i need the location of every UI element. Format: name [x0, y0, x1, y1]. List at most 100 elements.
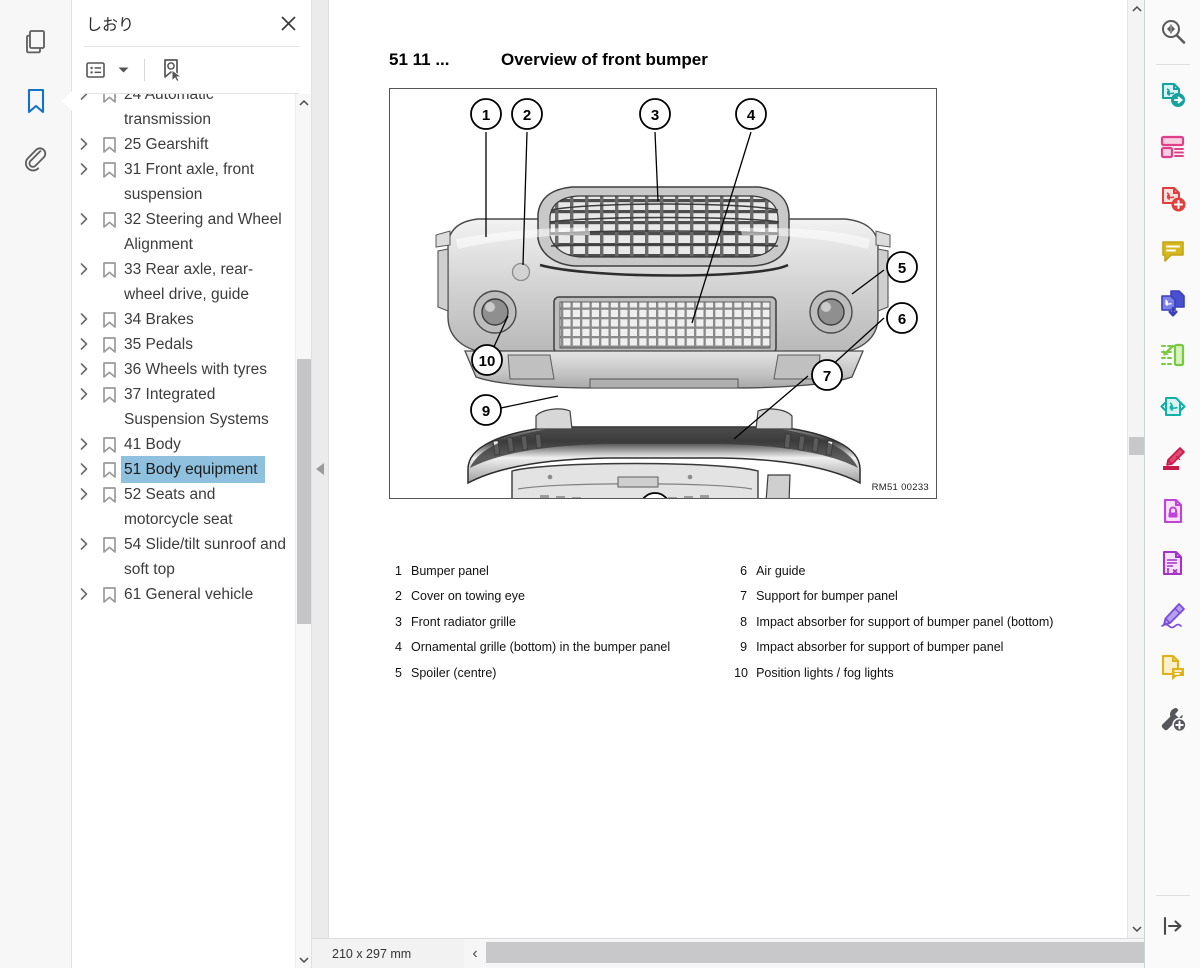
page-scroll-up-icon[interactable]	[1128, 0, 1145, 17]
comment-icon[interactable]	[1151, 229, 1195, 273]
chevron-right-icon[interactable]	[72, 332, 96, 350]
toolbar-divider	[144, 59, 145, 81]
bookmark-item[interactable]: 52 Seats and motorcycle seat	[72, 482, 296, 532]
redact-highlight-icon[interactable]	[1151, 437, 1195, 481]
bookmark-flag-icon	[96, 432, 122, 454]
chevron-right-icon[interactable]	[72, 307, 96, 325]
legend-row: 10 Position lights / fog lights	[734, 661, 1089, 686]
left-navigation-rail	[0, 0, 72, 968]
bookmark-item[interactable]: 33 Rear axle, rear-wheel drive, guide	[72, 257, 296, 307]
bookmark-item[interactable]: 41 Body	[72, 432, 296, 457]
search-pdf-icon[interactable]	[1151, 10, 1195, 54]
chevron-right-icon[interactable]	[72, 157, 96, 175]
hscroll-track[interactable]	[486, 939, 1166, 968]
page-scrollbar-horizontal[interactable]: ‹ ›	[464, 939, 1166, 968]
find-current-bookmark-icon[interactable]	[156, 55, 188, 85]
legend-column-left: 1 Bumper panel 2 Cover on towing eye 3 Front …	[389, 559, 734, 686]
bookmark-panel-title: しおり	[86, 17, 135, 34]
chevron-right-icon[interactable]	[72, 457, 96, 475]
svg-text:7: 7	[823, 368, 831, 385]
bookmark-item[interactable]: 54 Slide/tilt sunroof and soft top	[72, 532, 296, 582]
pdf-page: 51 11 ... Overview of front bumper 1 2 3…	[329, 0, 1127, 938]
scroll-up-arrow-icon[interactable]	[296, 94, 311, 110]
legend-row: 3 Front radiator grille	[389, 610, 734, 635]
svg-text:1: 1	[482, 107, 490, 124]
chevron-right-icon[interactable]	[72, 132, 96, 150]
bookmark-panel-scrollbar[interactable]	[295, 94, 311, 968]
chevron-right-icon[interactable]	[72, 207, 96, 225]
bookmark-item-label: 54 Slide/tilt sunroof and soft top	[124, 536, 286, 578]
fill-and-sign-icon[interactable]	[1151, 593, 1195, 637]
legend-number: 5	[395, 665, 402, 680]
legend-number: 9	[740, 640, 748, 655]
legend-text: Front radiator grille	[411, 614, 516, 629]
bookmark-flag-icon	[96, 532, 122, 554]
collapse-tool-pane-icon[interactable]	[1151, 904, 1195, 948]
collapse-sidebar-button[interactable]	[312, 0, 329, 938]
bookmark-item[interactable]: 31 Front axle, front suspension	[72, 157, 296, 207]
scroll-down-arrow-icon[interactable]	[296, 952, 311, 968]
bookmark-item[interactable]: 32 Steering and Wheel Alignment	[72, 207, 296, 257]
tools-divider-bottom	[1155, 895, 1190, 896]
bookmark-panel-header: しおり	[72, 0, 311, 46]
bookmark-flag-icon	[96, 582, 122, 604]
chevron-down-icon[interactable]	[114, 55, 133, 85]
legend-text: Bumper panel	[411, 564, 489, 578]
bookmark-flag-icon	[96, 457, 122, 479]
bookmark-scroll-thumb[interactable]	[297, 359, 311, 624]
bookmark-item[interactable]: 61 General vehicle	[72, 582, 296, 607]
bookmark-item-label: 52 Seats and motorcycle seat	[124, 486, 233, 528]
bookmark-flag-icon	[96, 94, 122, 104]
legend-row: 4 Ornamental grille (bottom) in the bumpe…	[389, 635, 734, 660]
page-scroll-thumb[interactable]	[1129, 437, 1144, 455]
combine-files-icon[interactable]	[1151, 281, 1195, 325]
chevron-right-icon[interactable]	[72, 482, 96, 500]
edit-pdf-icon[interactable]	[1151, 541, 1195, 585]
chevron-right-icon[interactable]	[72, 582, 96, 600]
bookmark-flag-icon	[96, 132, 122, 154]
hscroll-thumb[interactable]	[486, 942, 1166, 963]
attachments-icon[interactable]	[13, 138, 59, 184]
protect-pdf-icon[interactable]	[1151, 489, 1195, 533]
page-scrollbar-vertical[interactable]	[1127, 0, 1144, 938]
create-pdf-icon[interactable]	[1151, 177, 1195, 221]
figure-reference: RM51 00233	[871, 482, 929, 493]
page-scroll-area[interactable]: 51 11 ... Overview of front bumper 1 2 3…	[329, 0, 1127, 938]
chevron-right-icon[interactable]	[72, 532, 96, 550]
bookmark-options-button[interactable]	[82, 55, 112, 85]
page-scroll-down-icon[interactable]	[1128, 921, 1145, 938]
bookmark-item[interactable]: 25 Gearshift	[72, 132, 296, 157]
chevron-right-icon[interactable]	[72, 382, 96, 400]
bookmark-item-label: 41 Body	[124, 436, 181, 453]
bookmark-list-container: 24 Automatic transmission 25 Gearshift 31 …	[72, 94, 311, 968]
bookmark-item[interactable]: 37 Integrated Suspension Systems	[72, 382, 296, 432]
bookmark-item[interactable]: 34 Brakes	[72, 307, 296, 332]
bookmark-toolbar	[72, 47, 311, 93]
chevron-right-icon[interactable]	[72, 432, 96, 450]
page-thumbnails-icon[interactable]	[13, 18, 59, 64]
svg-text:9: 9	[482, 403, 490, 420]
chevron-right-icon[interactable]	[72, 94, 96, 100]
organize-pages-icon[interactable]	[1151, 125, 1195, 169]
document-heading: 51 11 ... Overview of front bumper	[389, 50, 1067, 70]
tools-rail	[1144, 0, 1200, 968]
convert-pdf-export-icon[interactable]	[1151, 73, 1195, 117]
chevron-right-icon[interactable]	[72, 357, 96, 375]
bookmark-item[interactable]: 51 Body equipment	[72, 457, 296, 482]
bookmark-item[interactable]: 24 Automatic transmission	[72, 94, 296, 132]
page-size-label: 210 x 297 mm	[332, 946, 412, 961]
request-signatures-icon[interactable]	[1151, 645, 1195, 689]
bookmark-item[interactable]: 36 Wheels with tyres	[72, 357, 296, 382]
bookmarks-icon[interactable]	[13, 78, 59, 124]
compress-pdf-icon[interactable]	[1151, 385, 1195, 429]
bookmark-item[interactable]: 35 Pedals	[72, 332, 296, 357]
bookmark-flag-icon	[96, 257, 122, 279]
close-icon[interactable]	[275, 10, 301, 36]
crop-pages-icon[interactable]	[1151, 333, 1195, 377]
bookmark-item-label: 24 Automatic transmission	[124, 94, 214, 128]
bookmark-flag-icon	[96, 332, 122, 354]
bookmark-item-label: 32 Steering and Wheel Alignment	[124, 211, 282, 253]
chevron-right-icon[interactable]	[72, 257, 96, 275]
more-tools-icon[interactable]	[1151, 697, 1195, 741]
hscroll-left-arrow-icon[interactable]: ‹	[464, 939, 486, 968]
